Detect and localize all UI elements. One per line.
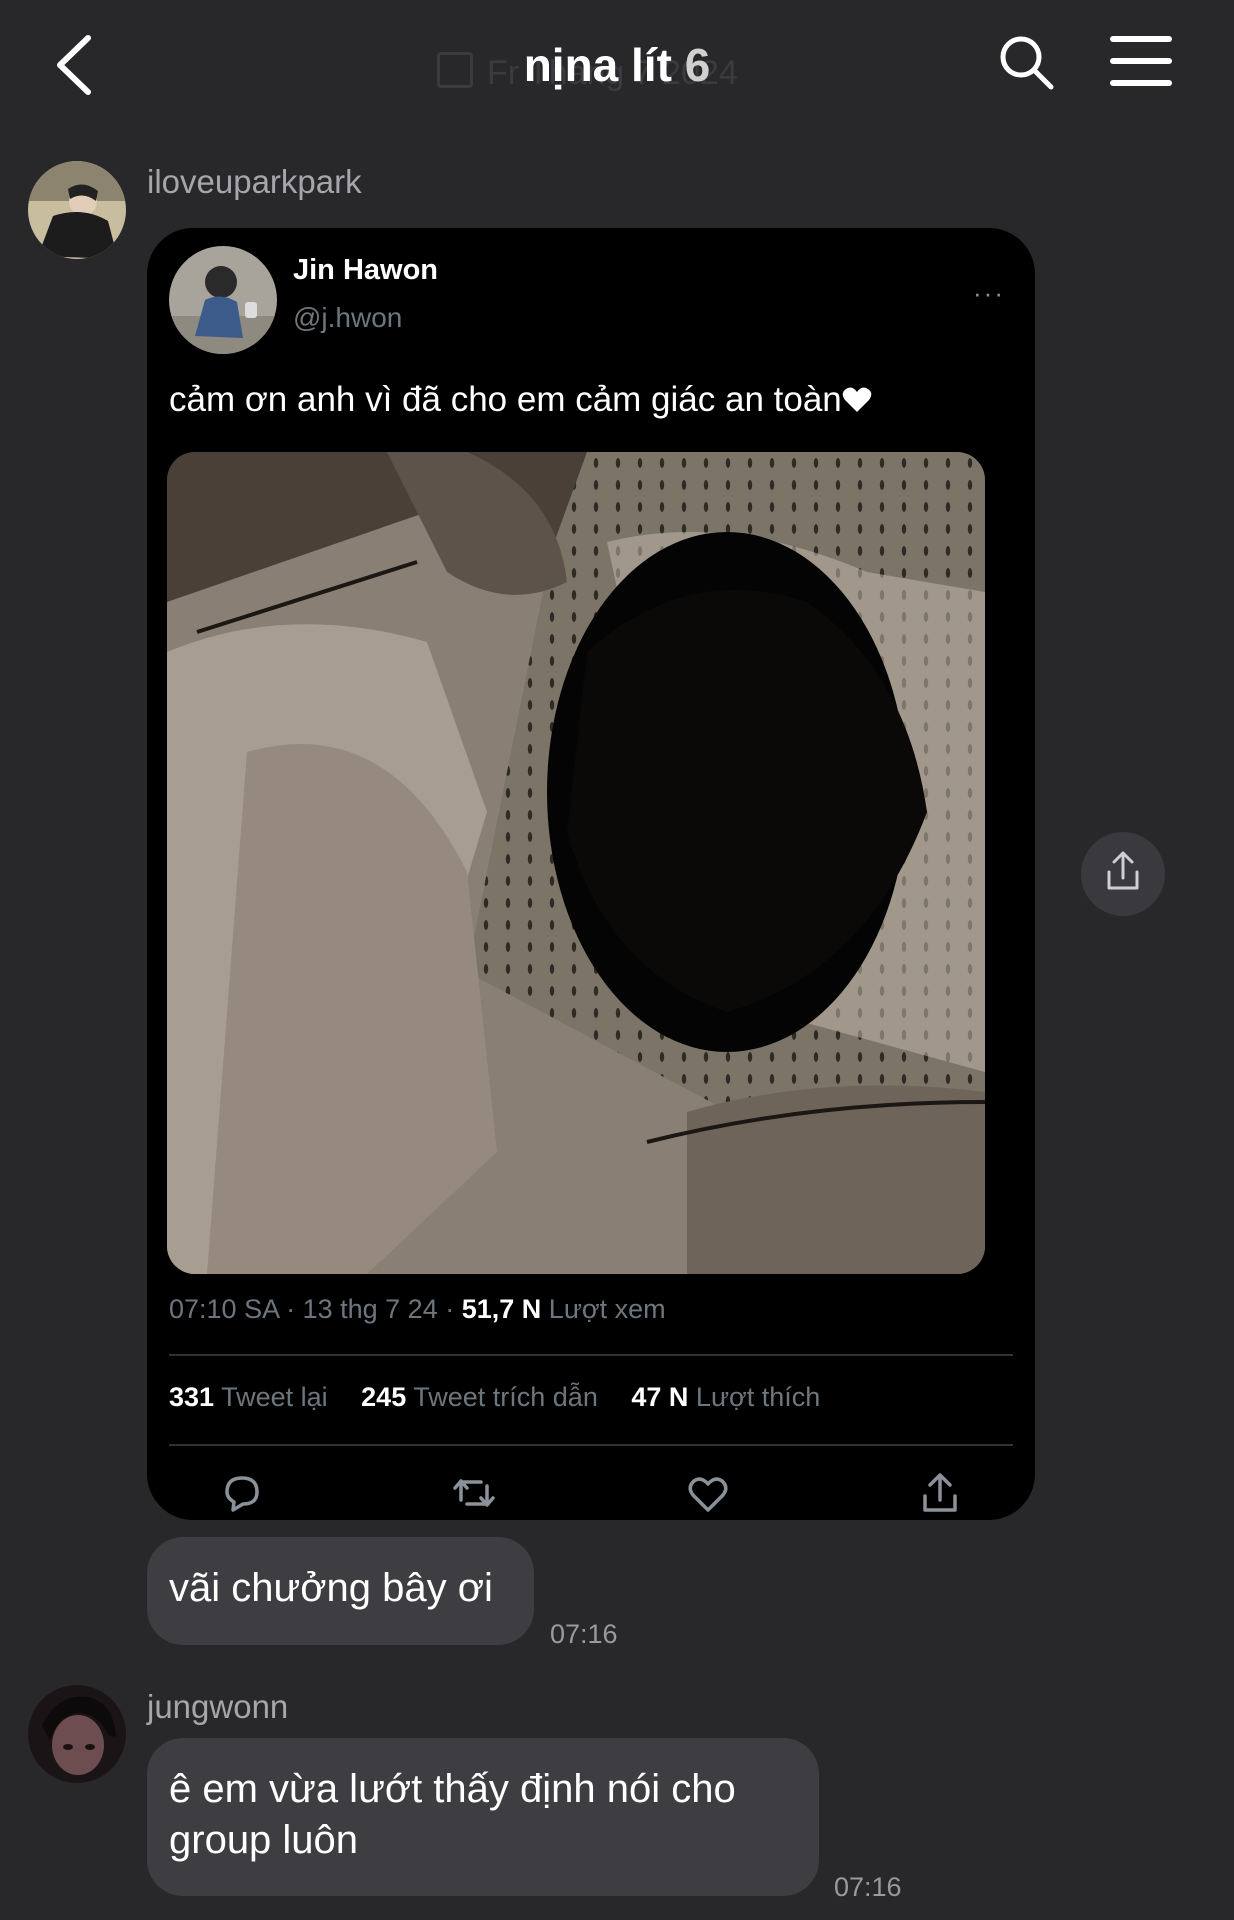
forward-button[interactable] <box>1081 832 1165 916</box>
like-icon[interactable] <box>685 1470 731 1516</box>
tweet-photo[interactable] <box>167 452 985 1274</box>
chat-header: Fr Tháng 7 2024 nịna lít 6 <box>0 0 1234 130</box>
likes-count: 47 N <box>631 1382 689 1412</box>
divider <box>169 1444 1013 1446</box>
message-bubble[interactable]: vãi chưởng bây ơi <box>147 1537 534 1645</box>
share-icon[interactable] <box>917 1470 963 1516</box>
member-count: 6 <box>684 39 711 91</box>
white-heart-icon <box>842 387 872 412</box>
tweet-author-name: Jin Hawon <box>293 254 439 286</box>
avatar[interactable] <box>28 161 126 259</box>
search-icon <box>1000 36 1054 90</box>
hamburger-icon <box>1110 36 1172 42</box>
views-count: 51,7 N <box>461 1294 542 1324</box>
message-bubble[interactable]: ê em vừa lướt thấy định nói cho group lu… <box>147 1738 819 1896</box>
more-options-icon[interactable]: ··· <box>973 278 1005 309</box>
sender-name: jungwonn <box>147 1688 289 1725</box>
sender-name: iloveuparkpark <box>147 163 362 200</box>
search-button[interactable] <box>996 32 1056 92</box>
reply-icon[interactable] <box>219 1470 265 1516</box>
group-name: nịna lít <box>523 39 672 91</box>
retweet-icon[interactable] <box>451 1470 497 1516</box>
tweet-actions <box>147 1470 1035 1520</box>
retweets-count: 331 <box>169 1382 215 1412</box>
tweet-author-avatar[interactable] <box>169 246 277 354</box>
tweet-text: cảm ơn anh vì đã cho em cảm giác an toàn <box>169 380 872 420</box>
share-icon <box>1107 851 1139 890</box>
message-time: 07:16 <box>550 1619 618 1649</box>
message-time: 07:16 <box>834 1872 902 1902</box>
shared-tweet-card[interactable]: Jin Hawon @j.hwon ··· cảm ơn anh vì đã c… <box>147 228 1035 1520</box>
tweet-author-handle: @j.hwon <box>293 302 403 333</box>
tweet-meta: 07:10 SA · 13 thg 7 24 · 51,7 N Lượt xem <box>169 1294 666 1324</box>
tweet-stats: 331 Tweet lại 245 Tweet trích dẫn 47 N L… <box>169 1382 821 1412</box>
avatar[interactable] <box>28 1685 126 1783</box>
quotes-count: 245 <box>361 1382 407 1412</box>
divider <box>169 1354 1013 1356</box>
menu-button[interactable] <box>1110 36 1172 88</box>
